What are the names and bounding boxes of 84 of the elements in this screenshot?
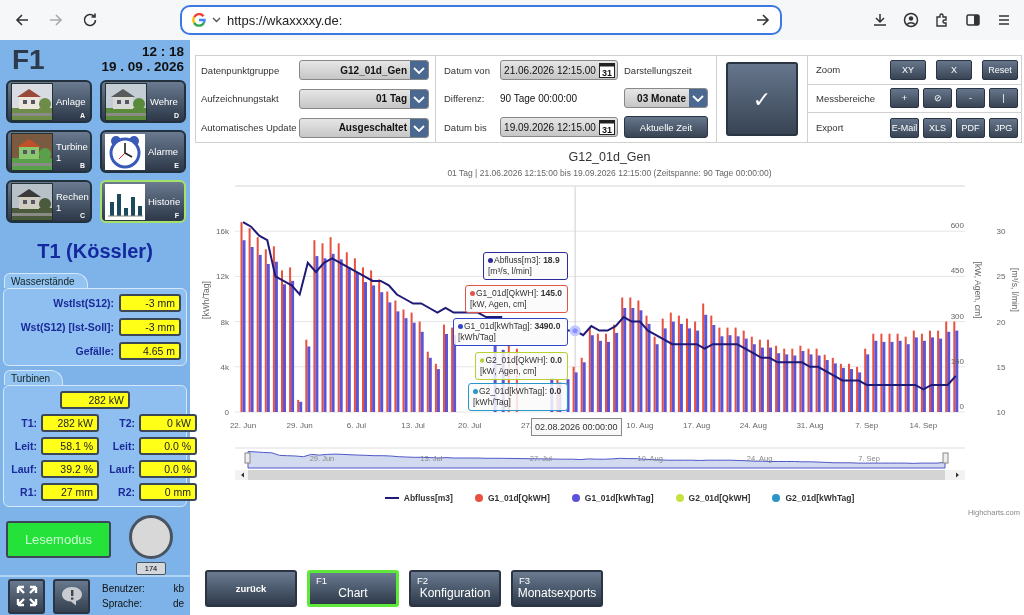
field-label: Differenz: — [444, 92, 486, 104]
tooltip-unit: [kW, Agen, cm] — [480, 366, 538, 377]
value-readout: 0 kW — [139, 414, 197, 432]
tooltip-text: G1_01d[QkWH]: 145.0 — [476, 288, 562, 299]
value-readout: 58.1 % — [41, 437, 99, 455]
field-label: Leit: — [13, 440, 37, 452]
field-label: T2: — [118, 417, 135, 429]
axis-label: 31. Aug — [796, 421, 824, 430]
field-label: Lauf: — [108, 463, 135, 475]
field-label: Datum bis — [444, 121, 488, 133]
axis-label: 300 — [950, 311, 964, 321]
field-label: Wst(S12) [Ist-Soll]: — [19, 321, 114, 333]
tooltip-text: G2_01d[QkWH]: 0.0 — [485, 355, 562, 366]
language-value: de — [172, 598, 184, 609]
axis-label: 10. Aug — [626, 421, 654, 430]
axis-title: [kW, Agen, cm] — [973, 261, 983, 319]
tooltip-unit: [kWh/Tag] — [473, 397, 512, 408]
axis-label: 30 — [996, 227, 1006, 237]
field-label: Messbereiche — [816, 93, 877, 104]
field-label: Lauf: — [10, 463, 37, 475]
value-readout: 27 mm — [41, 483, 99, 501]
tooltip-text: G1_01d[kWhTag]: 3490.0 — [464, 321, 561, 332]
field-label: Export — [816, 122, 845, 134]
field-label: Automatisches Update — [201, 122, 298, 134]
axis-label: 27. — [520, 421, 533, 430]
axis-label: 0 — [959, 402, 964, 411]
axis-label: 17. Aug — [683, 421, 711, 430]
clock-time: 12 : 18 — [141, 44, 184, 59]
axis-title: [kWh/Tag] — [201, 281, 211, 319]
field-label: Datenpunktgruppe — [201, 64, 281, 76]
field-label: Datum von — [444, 64, 491, 76]
value-readout: 4.65 m — [119, 342, 181, 360]
user-value: kb — [172, 583, 184, 594]
value-readout: 0 mm — [139, 483, 197, 501]
axis-label: 13. Jul — [401, 421, 425, 430]
user-label: Benutzer: — [102, 583, 146, 594]
tooltip-text: G2_01d[kWhTag]: 0.0 — [479, 386, 562, 397]
difference-value: 90 Tage 00:00:00 — [500, 92, 579, 104]
axis-title: [m³/s, l/min] — [1010, 268, 1020, 312]
tooltip-unit: [kWh/Tag] — [458, 332, 497, 343]
station-label: F1 — [12, 43, 45, 77]
value-readout: 282 kW — [60, 391, 130, 409]
field-label: R2: — [117, 486, 135, 498]
field-label: Zoom — [816, 64, 842, 76]
axis-label: 15 — [996, 362, 1006, 372]
unit-title: T1 (Kössler) — [36, 239, 154, 264]
axis-label: 4k — [220, 362, 229, 372]
language-label: Sprache: — [102, 598, 144, 609]
axis-label: 24. Aug — [739, 421, 767, 430]
field-label: T1: — [20, 417, 37, 429]
axis-label: 14. Sep — [909, 421, 938, 430]
axis-label: 10 — [996, 408, 1006, 417]
field-label: Leit: — [111, 440, 135, 452]
value-readout: 282 kW — [41, 414, 99, 432]
axis-label: 20. Jul — [458, 421, 482, 430]
axis-label: 0 — [224, 408, 229, 417]
value-readout: 0.0 % — [139, 460, 197, 478]
value-readout: -3 mm — [119, 294, 181, 312]
chart-subtitle: 01 Tag | 21.06.2026 12:15:00 bis 19.09.2026 12:15:00 (Zeitspanne: 90 Tage 00:00:00) — [446, 167, 773, 180]
axis-label: 7. Sep — [855, 421, 879, 430]
field-label: Gefälle: — [74, 345, 114, 357]
field-label: Darstellungszeit — [624, 64, 693, 76]
axis-label: 29. Jun — [286, 421, 313, 430]
axis-label: 600 — [950, 221, 964, 231]
axis-label: 12k — [216, 272, 229, 282]
axis-label: 450 — [950, 266, 964, 276]
field-label: R1: — [19, 486, 37, 498]
axis-label: 16k — [216, 227, 229, 237]
value-readout: 39.2 % — [41, 460, 99, 478]
axis-label: 25 — [996, 272, 1006, 282]
field-label: WstIst(S12): — [52, 297, 114, 309]
axis-label: 22. Jun — [229, 421, 257, 430]
axis-label: 6. Jul — [346, 421, 366, 430]
clock-date: 19 . 09 . 2026 — [101, 59, 184, 74]
value-readout: 0.0 % — [139, 437, 197, 455]
axis-label: 8k — [220, 317, 229, 327]
field-label: Aufzeichnungstakt — [201, 93, 280, 105]
value-readout: -3 mm — [119, 318, 181, 336]
tooltip-unit: [m³/s, l/min] — [488, 266, 533, 277]
chart-title: G12_01d_Gen — [567, 149, 652, 166]
tooltip-text: Abfluss[m3]: 18.9 — [494, 255, 560, 266]
crosshair-label: 02.08.2026 00:00:00 — [531, 418, 622, 436]
tooltip-unit: [kW, Agen, cm] — [470, 299, 528, 310]
axis-label: 20 — [996, 317, 1006, 327]
